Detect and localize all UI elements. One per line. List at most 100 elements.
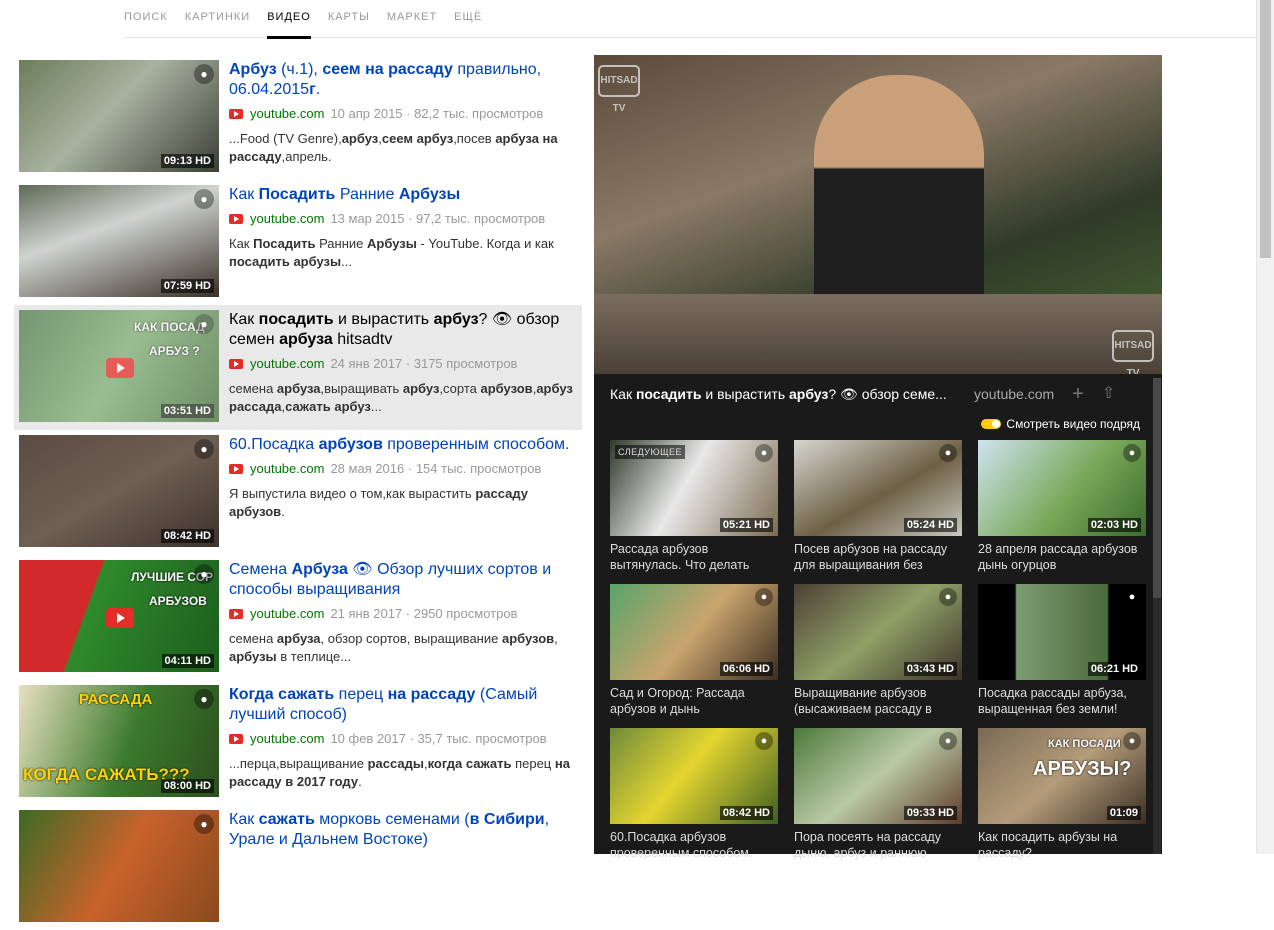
related-video-card[interactable]: СЛЕДУЮЩЕЕ ● 05:21 HD Рассада арбузов вытян…: [610, 440, 778, 584]
publish-date: 28 мая 2016: [330, 461, 405, 476]
video-description: ...перца,выращивание рассады,когда сажат…: [229, 756, 570, 789]
source-link[interactable]: youtube.com: [250, 106, 324, 121]
share-icon[interactable]: ⇧: [1102, 384, 1115, 404]
related-video-title[interactable]: Рассада арбузов вытянулась. Что делать: [610, 541, 778, 573]
video-result[interactable]: РАССАДА КОГДА САЖАТЬ??? ● 08:00 HD Когда…: [14, 680, 582, 805]
publish-date: 24 янв 2017: [330, 356, 403, 371]
related-video-card[interactable]: КАК ПОСАДИ АРБУЗЫ? ● 01:09 Как посадить а…: [978, 728, 1146, 872]
source-link[interactable]: youtube.com: [250, 731, 324, 746]
eye-icon[interactable]: ●: [939, 444, 957, 462]
tab-search[interactable]: ПОИСК: [124, 0, 168, 38]
autoplay-toggle[interactable]: Смотреть видео подряд: [594, 414, 1162, 434]
video-result-hovered[interactable]: КАК ПОСАД АРБУЗ ? ● 03:51 HD Как посадит…: [14, 305, 582, 430]
eye-icon[interactable]: ●: [1123, 588, 1141, 606]
duration-badge: 06:06 HD: [719, 662, 773, 676]
eye-icon[interactable]: ●: [755, 444, 773, 462]
related-video-title[interactable]: Сад и Огород: Рассада арбузов и дынь: [610, 685, 778, 717]
page-scrollbar[interactable]: [1256, 0, 1274, 854]
view-count: 35,7 тыс. просмотров: [417, 731, 547, 746]
related-video-title[interactable]: Пора посеять на рассаду дыню, арбуз и ра…: [794, 829, 962, 861]
autoplay-label: Смотреть видео подряд: [1006, 417, 1140, 431]
tab-images[interactable]: КАРТИНКИ: [185, 0, 250, 38]
video-thumbnail[interactable]: ● 09:13 HD: [19, 60, 219, 172]
source-link[interactable]: youtube.com: [250, 356, 324, 371]
duration-badge: 01:09: [1106, 806, 1141, 820]
add-icon[interactable]: +: [1072, 384, 1084, 404]
video-result[interactable]: ЛУЧШИЕ СОР АРБУЗОВ ● 04:11 HD Семена Арб…: [14, 555, 582, 680]
duration-badge: 07:59 HD: [160, 279, 214, 293]
video-thumbnail[interactable]: ЛУЧШИЕ СОР АРБУЗОВ ● 04:11 HD: [19, 560, 219, 672]
panel-scrollbar[interactable]: [1153, 378, 1161, 854]
eye-icon[interactable]: ●: [194, 814, 214, 834]
related-video-card[interactable]: ● 03:43 HD Выращивание арбузов (высаживае…: [794, 584, 962, 728]
panel-scrollbar-thumb[interactable]: [1153, 378, 1161, 598]
page-scrollbar-thumb[interactable]: [1260, 0, 1271, 258]
eye-icon[interactable]: ●: [1123, 732, 1141, 750]
player-source-link[interactable]: youtube.com: [974, 386, 1054, 402]
related-video-title[interactable]: 60.Посадка арбузов проверенным способом.: [610, 829, 778, 861]
related-video-card[interactable]: ● 05:24 HD Посев арбузов на рассаду для в…: [794, 440, 962, 584]
toggle-switch[interactable]: [981, 419, 1002, 429]
eye-icon[interactable]: ●: [755, 588, 773, 606]
thumbnail-caption: РАССАДА: [79, 691, 153, 708]
source-link[interactable]: youtube.com: [250, 461, 324, 476]
video-title-link[interactable]: Как сажать морковь семенами (в Сибири, У…: [229, 810, 574, 850]
thumbnail-caption: АРБУЗЫ?: [1033, 758, 1132, 780]
video-description: семена арбуза, обзор сортов, выращивание…: [229, 631, 558, 664]
video-title-link[interactable]: Как посадить и вырастить арбуз? 👁 обзор …: [229, 310, 574, 350]
related-video-card[interactable]: ● 06:21 HD Посадка рассады арбуза, выраще…: [978, 584, 1146, 728]
play-icon[interactable]: [106, 608, 134, 628]
related-video-card[interactable]: ● 08:42 HD 60.Посадка арбузов проверенным…: [610, 728, 778, 872]
video-thumbnail[interactable]: КАК ПОСАД АРБУЗ ? ● 03:51 HD: [19, 310, 219, 422]
tab-video[interactable]: ВИДЕО: [267, 0, 311, 39]
video-title-link[interactable]: Семена Арбуза 👁 Обзор лучших сортов и сп…: [229, 560, 574, 600]
eye-icon[interactable]: ●: [194, 689, 214, 709]
related-video-title[interactable]: Посев арбузов на рассаду для выращивания…: [794, 541, 962, 573]
duration-badge: 06:21 HD: [1087, 662, 1141, 676]
video-title-link[interactable]: Когда сажать перец на рассаду (Самый луч…: [229, 685, 574, 725]
video-thumbnail[interactable]: ● 08:42 HD: [19, 435, 219, 547]
video-thumbnail[interactable]: ●: [19, 810, 219, 922]
video-result[interactable]: ● Как сажать морковь семенами (в Сибири,…: [14, 805, 582, 930]
duration-badge: 08:00 HD: [160, 779, 214, 793]
video-title-link[interactable]: Как Посадить Ранние Арбузы: [229, 185, 574, 205]
eye-icon[interactable]: ●: [939, 588, 957, 606]
tab-more[interactable]: ЕЩЁ: [454, 0, 482, 38]
related-video-title[interactable]: Посадка рассады арбуза, выращенная без з…: [978, 685, 1146, 717]
video-result[interactable]: ● 07:59 HD Как Посадить Ранние Арбузы yo…: [14, 180, 582, 305]
play-icon[interactable]: [106, 358, 134, 378]
video-thumbnail[interactable]: РАССАДА КОГДА САЖАТЬ??? ● 08:00 HD: [19, 685, 219, 797]
view-count: 3175 просмотров: [413, 356, 518, 371]
tab-market[interactable]: МАРКЕТ: [387, 0, 437, 38]
eye-icon[interactable]: ●: [194, 439, 214, 459]
video-thumbnail[interactable]: ● 07:59 HD: [19, 185, 219, 297]
eye-icon[interactable]: ●: [194, 564, 214, 584]
video-result[interactable]: ● 08:42 HD 60.Посадка арбузов проверенны…: [14, 430, 582, 555]
duration-badge: 04:11 HD: [161, 654, 214, 668]
source-link[interactable]: youtube.com: [250, 211, 324, 226]
tab-maps[interactable]: КАРТЫ: [328, 0, 370, 38]
related-video-card[interactable]: ● 09:33 HD Пора посеять на рассаду дыню, …: [794, 728, 962, 872]
related-video-card[interactable]: ● 02:03 HD 28 апреля рассада арбузов дынь…: [978, 440, 1146, 584]
related-video-title[interactable]: 28 апреля рассада арбузов дынь огурцов: [978, 541, 1146, 573]
video-preview-panel: HITSAD TV HITSAD TV Как посадить и вырас…: [594, 55, 1162, 860]
eye-icon[interactable]: ●: [939, 732, 957, 750]
video-player[interactable]: HITSAD TV HITSAD TV: [594, 55, 1162, 374]
eye-icon[interactable]: ●: [1123, 444, 1141, 462]
video-title-link[interactable]: 60.Посадка арбузов проверенным способом.: [229, 435, 574, 455]
video-result[interactable]: ● 09:13 HD Арбуз (ч.1), сеем на рассаду …: [14, 55, 582, 180]
related-video-title[interactable]: Выращивание арбузов (высаживаем рассаду …: [794, 685, 962, 717]
youtube-icon: [229, 608, 243, 619]
eye-icon[interactable]: ●: [194, 314, 214, 334]
eye-icon[interactable]: ●: [755, 732, 773, 750]
player-video-title[interactable]: Как посадить и вырастить арбуз? 👁 обзор …: [610, 386, 962, 403]
youtube-icon: [229, 463, 243, 474]
source-link[interactable]: youtube.com: [250, 606, 324, 621]
eye-icon[interactable]: ●: [194, 64, 214, 84]
publish-date: 10 апр 2015: [330, 106, 403, 121]
related-video-card[interactable]: ● 06:06 HD Сад и Огород: Рассада арбузов …: [610, 584, 778, 728]
video-frame-table: [594, 294, 1162, 374]
eye-icon[interactable]: ●: [194, 189, 214, 209]
video-title-link[interactable]: Арбуз (ч.1), сеем на рассаду правильно, …: [229, 60, 574, 100]
related-video-title[interactable]: Как посадить арбузы на рассаду?: [978, 829, 1146, 861]
